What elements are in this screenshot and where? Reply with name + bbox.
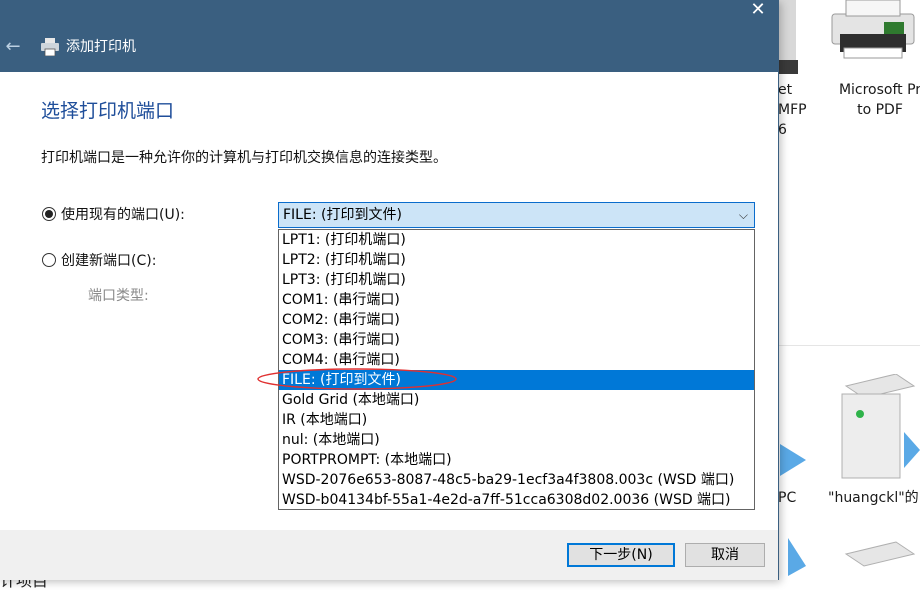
device-label-huangckl[interactable]: "huangckl"的: [828, 488, 919, 508]
page-heading: 选择打印机端口: [41, 100, 175, 122]
annotation-ellipse: [257, 368, 457, 390]
printer-device-icon[interactable]: [778, 0, 798, 76]
network-arrow-icon: [904, 432, 920, 468]
page-description: 打印机端口是一种允许你的计算机与打印机交换信息的连接类型。: [41, 150, 447, 166]
port-option[interactable]: COM1: (串行端口): [279, 290, 754, 310]
cancel-button[interactable]: 取消: [685, 543, 765, 567]
add-printer-dialog: ← 添加打印机 ✕ 选择打印机端口 打印机端口是一种允许你的计算机与打印机交换信…: [0, 0, 779, 580]
port-option[interactable]: LPT2: (打印机端口): [279, 250, 754, 270]
port-option[interactable]: COM3: (串行端口): [279, 330, 754, 350]
chevron-down-icon[interactable]: ⌵: [739, 203, 748, 227]
printer-icon: [41, 38, 59, 56]
partial-drive-icon: [844, 541, 916, 567]
dialog-titlebar: ← 添加打印机 ✕: [0, 0, 778, 72]
pc-arrow-icon: [780, 444, 806, 476]
device-label-mfp[interactable]: et MFP 6: [778, 80, 807, 140]
back-arrow-icon[interactable]: ←: [2, 36, 24, 58]
dialog-title: 添加打印机: [66, 39, 136, 55]
port-option[interactable]: PORTPROMPT: (本地端口): [279, 450, 754, 470]
port-option[interactable]: LPT1: (打印机端口): [279, 230, 754, 250]
port-option[interactable]: LPT3: (打印机端口): [279, 270, 754, 290]
port-option[interactable]: Gold Grid (本地端口): [279, 390, 754, 410]
use-existing-port-label: 使用现有的端口(U):: [61, 207, 185, 223]
pdf-printer-icon[interactable]: [826, 0, 920, 72]
existing-port-select[interactable]: FILE: (打印到文件) ⌵: [278, 202, 755, 228]
port-option[interactable]: WSD-2076e653-8087-48c5-ba29-1ecf3a4f3808…: [279, 470, 754, 490]
radio-checked-icon[interactable]: [42, 207, 56, 221]
section-divider: [778, 345, 920, 346]
create-new-port-radio[interactable]: 创建新端口(C):: [42, 250, 156, 270]
radio-unchecked-icon[interactable]: [42, 253, 56, 267]
use-existing-port-radio[interactable]: 使用现有的端口(U):: [42, 204, 185, 224]
selected-port-value: FILE: (打印到文件): [283, 207, 402, 223]
partial-device-icon: [788, 538, 806, 576]
create-new-port-label: 创建新端口(C):: [61, 253, 157, 269]
port-option[interactable]: nul: (本地端口): [279, 430, 754, 450]
port-option[interactable]: WSD-b04134bf-55a1-4e2d-a7ff-51cca6308d02…: [279, 490, 754, 510]
device-label-pc[interactable]: PC: [778, 488, 796, 508]
background-strip: [0, 580, 778, 588]
close-button[interactable]: ✕: [738, 0, 778, 22]
port-option[interactable]: IR (本地端口): [279, 410, 754, 430]
port-type-label: 端口类型:: [88, 288, 149, 304]
port-option[interactable]: COM2: (串行端口): [279, 310, 754, 330]
device-label-pdf[interactable]: Microsoft Pr to PDF: [830, 80, 920, 120]
next-button[interactable]: 下一步(N): [567, 543, 675, 567]
